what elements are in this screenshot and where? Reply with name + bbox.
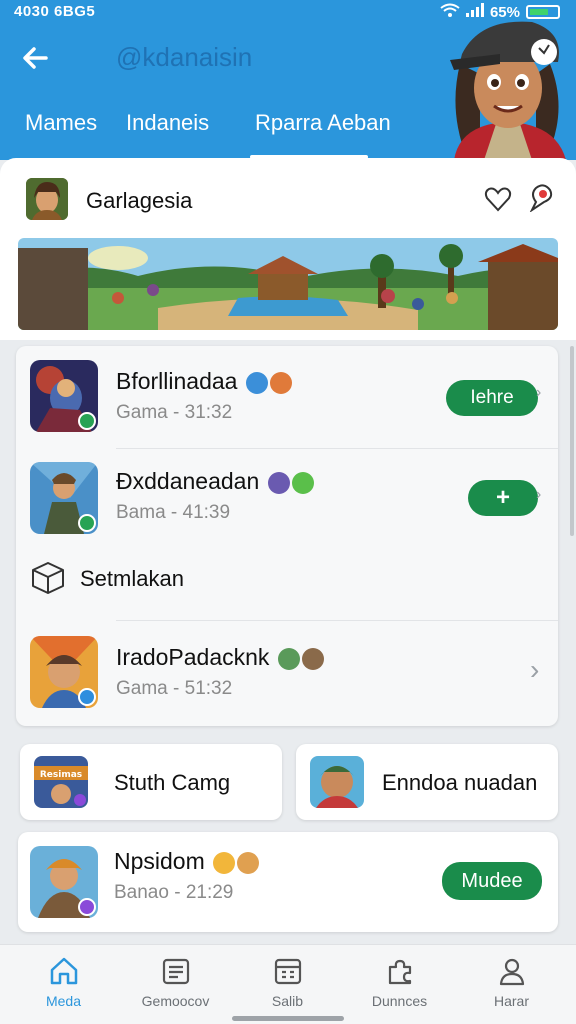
smile-emoji-icon (213, 851, 236, 874)
list-item[interactable]: Ðxddaneadan Bama - 41:39 + › (16, 462, 558, 542)
group-title: Garlagesia (86, 188, 193, 213)
app-header: 4030 6BG5 65% @kdanaisin Mames Indaneis … (0, 0, 576, 160)
green-emoji-icon (277, 647, 300, 670)
game-banner-image[interactable] (18, 238, 558, 330)
package-box-icon (30, 560, 66, 596)
list-item[interactable]: Bforllinadaa Gama - 31:32 Iehre › (16, 360, 558, 440)
game-title: Bforllinadaa (116, 368, 292, 395)
game-subtitle: Banao - 21:29 (114, 882, 234, 903)
chevron-right-icon: › (536, 486, 542, 503)
status-time: 4030 6BG5 (14, 3, 96, 20)
game-title-text: Npsidom (114, 848, 205, 874)
chevron-right-icon[interactable]: › (530, 654, 539, 686)
games-list: Bforllinadaa Gama - 31:32 Iehre › Ðxddan… (16, 346, 558, 726)
card-label: Stuth Camg (114, 770, 231, 795)
row-divider (116, 448, 558, 449)
news-icon (160, 955, 192, 987)
nav-label: Harar (493, 993, 529, 1009)
featured-game-card[interactable]: Npsidom Banao - 21:29 Mudee (18, 832, 558, 932)
add-button[interactable]: + (468, 480, 538, 516)
home-indicator[interactable] (232, 1016, 344, 1021)
game-subtitle: Bama - 41:39 (116, 502, 231, 523)
bottom-nav: Meda Gemoocov Salib Dunnces Harar (0, 944, 576, 1024)
tab-indaneis[interactable]: Indaneis (126, 110, 209, 136)
nav-label: Meda (45, 993, 82, 1009)
chevron-right-icon: › (536, 384, 542, 401)
quick-card[interactable]: Resimas Stuth Camg (20, 744, 282, 820)
game-thumbnail (30, 636, 98, 708)
game-title: IradoPadacknk (116, 644, 324, 671)
nav-label: Dunnces (371, 993, 428, 1009)
verified-badge-icon (78, 412, 96, 430)
back-arrow-icon[interactable] (18, 38, 58, 78)
tab-rparra-aeban[interactable]: Rparra Aeban (255, 110, 391, 136)
card-thumbnail (310, 756, 364, 808)
action-button[interactable]: Iehre (446, 380, 538, 416)
card-label: Enndoa nuadan (382, 770, 538, 795)
lion-emoji-icon (237, 851, 260, 874)
nav-item-harar[interactable]: Harar (454, 945, 569, 1024)
row-divider (116, 620, 558, 621)
card-thumbnail-text: Resimas (40, 770, 82, 780)
game-subtitle: Gama - 51:32 (116, 678, 233, 699)
quick-card[interactable]: Enndoa nuadan (296, 744, 558, 820)
puzzle-icon (384, 955, 416, 987)
list-item[interactable]: IradoPadacknk Gama - 51:32 › (16, 636, 558, 716)
game-title-text: IradoPadacknk (116, 644, 270, 670)
game-title: Ðxddaneadan (116, 468, 314, 495)
heart-icon[interactable] (484, 186, 512, 212)
blue-emoji-icon (245, 371, 268, 394)
purple-emoji-icon (267, 471, 290, 494)
card-thumbnail: Resimas (34, 756, 88, 808)
game-title-text: Bforllinadaa (116, 368, 238, 394)
scrollbar-thumb[interactable] (570, 346, 574, 536)
green-emoji-icon (291, 471, 314, 494)
section-header: Setmlakan (16, 560, 558, 600)
verified-badge-icon (78, 898, 96, 916)
game-title: Npsidom (114, 848, 260, 875)
mascot-avatar[interactable] (440, 4, 576, 160)
nav-item-salib[interactable]: Salib (230, 945, 345, 1024)
verified-badge-icon (78, 688, 96, 706)
game-thumbnail (30, 846, 98, 918)
face-emoji-icon (301, 647, 324, 670)
nav-label: Gemoocov (141, 993, 210, 1009)
tab-mames[interactable]: Mames (25, 110, 97, 136)
group-card: Garlagesia (0, 158, 576, 340)
section-title: Setmlakan (80, 566, 184, 591)
calendar-icon (272, 955, 304, 987)
location-pin-icon[interactable] (528, 184, 554, 213)
nav-item-gemoocov[interactable]: Gemoocov (118, 945, 233, 1024)
game-title-text: Ðxddaneadan (116, 468, 260, 494)
nav-label: Salib (271, 993, 304, 1009)
action-button[interactable]: Mudee (442, 862, 542, 900)
face-emoji-icon (269, 371, 292, 394)
nav-item-home[interactable]: Meda (6, 945, 121, 1024)
home-icon (48, 955, 80, 987)
group-avatar[interactable] (26, 178, 68, 220)
person-icon (496, 955, 528, 987)
game-thumbnail (30, 360, 98, 432)
nav-item-dunnces[interactable]: Dunnces (342, 945, 457, 1024)
channel-handle: @kdanaisin (116, 42, 253, 72)
verified-badge-icon (78, 514, 96, 532)
game-thumbnail (30, 462, 98, 534)
game-subtitle: Gama - 31:32 (116, 402, 233, 423)
